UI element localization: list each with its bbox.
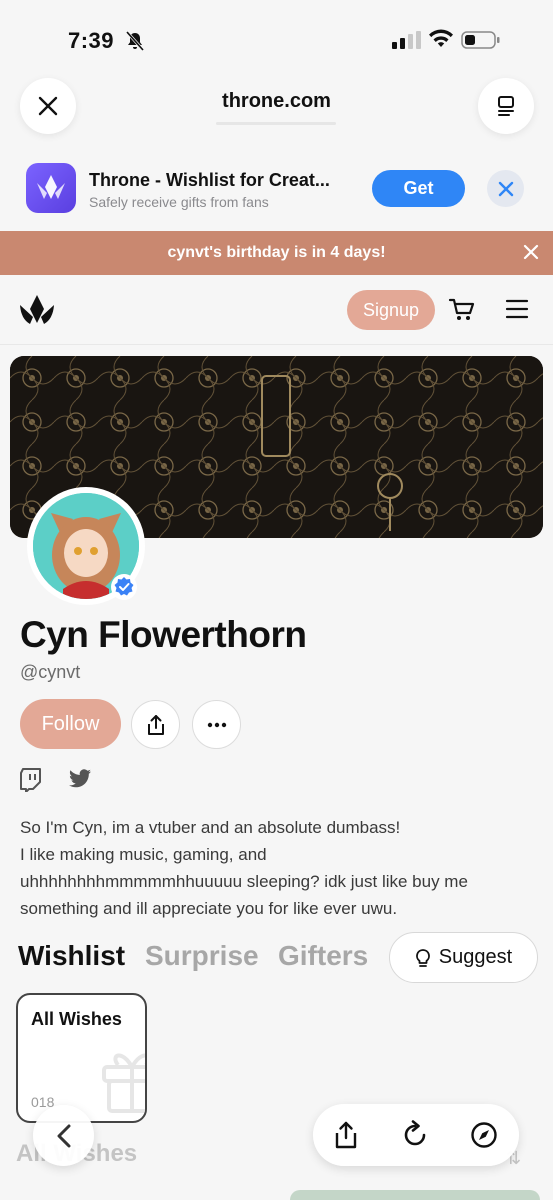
share-icon[interactable] (331, 1120, 361, 1150)
suggest-label: Suggest (438, 946, 513, 968)
close-icon (498, 181, 513, 196)
app-banner-subtitle: Safely receive gifts from fans (89, 194, 269, 210)
birthday-notice-text: cynvt's birthday is in 4 days! (167, 244, 386, 261)
birthday-notice: cynvt's birthday is in 4 days! (0, 231, 553, 275)
verified-check-icon (114, 577, 134, 596)
close-icon[interactable] (521, 242, 541, 262)
twitter-icon[interactable] (68, 768, 92, 790)
bio-line: uhhhhhhhhmmmmmhhuuuuu sleeping? idk just… (20, 872, 468, 891)
suggest-button[interactable]: Suggest (389, 932, 538, 983)
more-options-button[interactable] (192, 700, 241, 749)
profile-name: Cyn Flowerthorn (20, 614, 307, 655)
share-icon (147, 714, 164, 735)
card-title: All Wishes (31, 1009, 122, 1029)
load-progress-bar (216, 122, 336, 125)
twitch-icon[interactable] (20, 768, 42, 792)
profile-bio: So I'm Cyn, im a vtuber and an absolute … (20, 814, 520, 922)
battery-icon (461, 31, 500, 49)
app-banner-title: Throne - Wishlist for Creat... (89, 170, 330, 190)
browser-url-bar: throne.com (0, 72, 553, 152)
crown-logo-icon (37, 175, 65, 199)
browser-back-button[interactable] (33, 1105, 94, 1166)
all-wishes-card[interactable]: All Wishes 018 (16, 993, 147, 1123)
cellular-signal-icon (392, 31, 421, 49)
lightbulb-icon (415, 948, 430, 967)
hamburger-menu-icon[interactable] (505, 298, 529, 320)
throne-app-icon[interactable] (26, 163, 76, 213)
page-domain[interactable]: throne.com (0, 90, 553, 113)
profile-handle: @cynvt (20, 662, 81, 682)
bio-line: So I'm Cyn, im a vtuber and an absolute … (20, 818, 401, 837)
bell-slash-icon (125, 31, 145, 51)
follow-button[interactable]: Follow (20, 699, 121, 749)
tab-gifters[interactable]: Gifters (278, 940, 368, 972)
reader-view-button[interactable] (478, 78, 534, 134)
wifi-icon (429, 29, 453, 47)
compass-icon[interactable] (469, 1120, 499, 1150)
chevron-left-icon (57, 1124, 70, 1147)
tab-surprise[interactable]: Surprise (145, 940, 259, 972)
wish-item-preview (290, 1190, 540, 1200)
status-bar: 7:39 (0, 0, 553, 72)
cart-icon[interactable] (448, 297, 476, 323)
browser-toolbar (313, 1104, 519, 1166)
dismiss-app-banner-button[interactable] (487, 170, 524, 207)
get-app-button[interactable]: Get (372, 170, 465, 207)
reload-icon[interactable] (400, 1120, 430, 1150)
throne-logo-icon[interactable] (18, 293, 56, 327)
site-header: Signup (0, 275, 553, 345)
reader-view-icon (498, 96, 514, 116)
signup-button[interactable]: Signup (347, 290, 435, 330)
verified-badge (111, 574, 137, 600)
status-time: 7:39 (68, 28, 115, 53)
share-profile-button[interactable] (131, 700, 180, 749)
bio-line: something and ill appreciate you for lik… (20, 899, 398, 918)
app-install-banner: Throne - Wishlist for Creat... Safely re… (0, 152, 553, 230)
bio-line: I like making music, gaming, and (20, 845, 267, 864)
ellipsis-icon (207, 722, 226, 727)
gift-icon (102, 1053, 145, 1113)
tab-wishlist[interactable]: Wishlist (18, 940, 125, 972)
